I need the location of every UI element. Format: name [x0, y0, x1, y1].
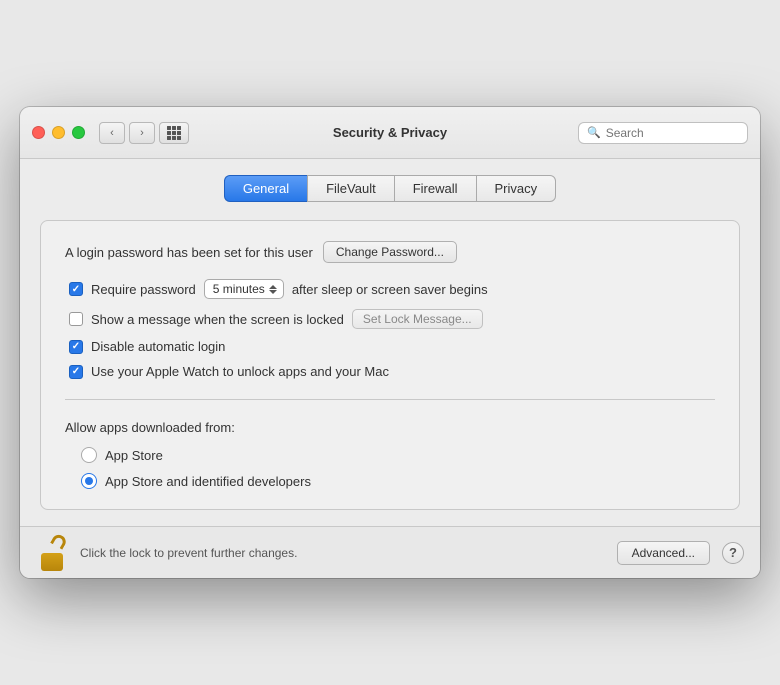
minimize-button[interactable]: [52, 126, 65, 139]
search-input[interactable]: [606, 126, 739, 140]
dropdown-value: 5 minutes: [213, 282, 265, 296]
show-message-checkbox[interactable]: [69, 312, 83, 326]
nav-buttons: ‹ ›: [99, 122, 155, 144]
apple-watch-checkbox[interactable]: [69, 365, 83, 379]
settings-panel: A login password has been set for this u…: [40, 220, 740, 510]
apple-watch-label: Use your Apple Watch to unlock apps and …: [91, 364, 389, 379]
radio-app-store[interactable]: App Store: [81, 447, 715, 463]
lock-status-text: Click the lock to prevent further change…: [80, 546, 605, 560]
search-icon: 🔍: [587, 126, 601, 139]
set-lock-message-button[interactable]: Set Lock Message...: [352, 309, 483, 329]
window: ‹ › Security & Privacy 🔍 General FileVau…: [20, 107, 760, 578]
section-divider: [65, 399, 715, 400]
options-list: Require password 5 minutes after sleep o…: [69, 279, 715, 379]
dropdown-arrow-icon: [269, 285, 277, 294]
tab-filevault[interactable]: FileVault: [307, 175, 394, 202]
search-box[interactable]: 🔍: [578, 122, 748, 144]
radio-app-store-identified-label: App Store and identified developers: [105, 474, 311, 489]
back-button[interactable]: ‹: [99, 122, 125, 144]
disable-auto-login-label: Disable automatic login: [91, 339, 225, 354]
lock-icon[interactable]: [36, 535, 68, 571]
require-password-label-before: Require password: [91, 282, 196, 297]
allow-apps-section: Allow apps downloaded from: App Store Ap…: [65, 420, 715, 489]
radio-app-store-label: App Store: [105, 448, 163, 463]
footer: Click the lock to prevent further change…: [20, 526, 760, 578]
close-button[interactable]: [32, 126, 45, 139]
login-password-label: A login password has been set for this u…: [65, 245, 313, 260]
disable-auto-login-row: Disable automatic login: [69, 339, 715, 354]
tab-general[interactable]: General: [224, 175, 307, 202]
tabs: General FileVault Firewall Privacy: [40, 175, 740, 202]
help-button[interactable]: ?: [722, 542, 744, 564]
require-password-row: Require password 5 minutes after sleep o…: [69, 279, 715, 299]
show-message-row: Show a message when the screen is locked…: [69, 309, 715, 329]
grid-icon: [167, 126, 181, 140]
apple-watch-row: Use your Apple Watch to unlock apps and …: [69, 364, 715, 379]
change-password-button[interactable]: Change Password...: [323, 241, 457, 263]
tab-privacy[interactable]: Privacy: [476, 175, 557, 202]
show-message-label: Show a message when the screen is locked: [91, 312, 344, 327]
grid-view-button[interactable]: [159, 122, 189, 144]
lock-shackle: [50, 532, 68, 549]
content: General FileVault Firewall Privacy A log…: [20, 159, 760, 526]
radio-group: App Store App Store and identified devel…: [81, 447, 715, 489]
password-timeout-dropdown[interactable]: 5 minutes: [204, 279, 284, 299]
lock-body: [41, 553, 63, 571]
window-title: Security & Privacy: [333, 125, 447, 140]
forward-button[interactable]: ›: [129, 122, 155, 144]
disable-auto-login-checkbox[interactable]: [69, 340, 83, 354]
allow-apps-label: Allow apps downloaded from:: [65, 420, 715, 435]
titlebar: ‹ › Security & Privacy 🔍: [20, 107, 760, 159]
traffic-lights: [32, 126, 85, 139]
require-password-checkbox[interactable]: [69, 282, 83, 296]
radio-app-store-identified-button[interactable]: [81, 473, 97, 489]
advanced-button[interactable]: Advanced...: [617, 541, 710, 565]
require-password-label-after: after sleep or screen saver begins: [292, 282, 488, 297]
radio-app-store-identified[interactable]: App Store and identified developers: [81, 473, 715, 489]
login-password-row: A login password has been set for this u…: [65, 241, 715, 263]
radio-app-store-button[interactable]: [81, 447, 97, 463]
maximize-button[interactable]: [72, 126, 85, 139]
tab-firewall[interactable]: Firewall: [394, 175, 476, 202]
password-section: A login password has been set for this u…: [65, 241, 715, 379]
